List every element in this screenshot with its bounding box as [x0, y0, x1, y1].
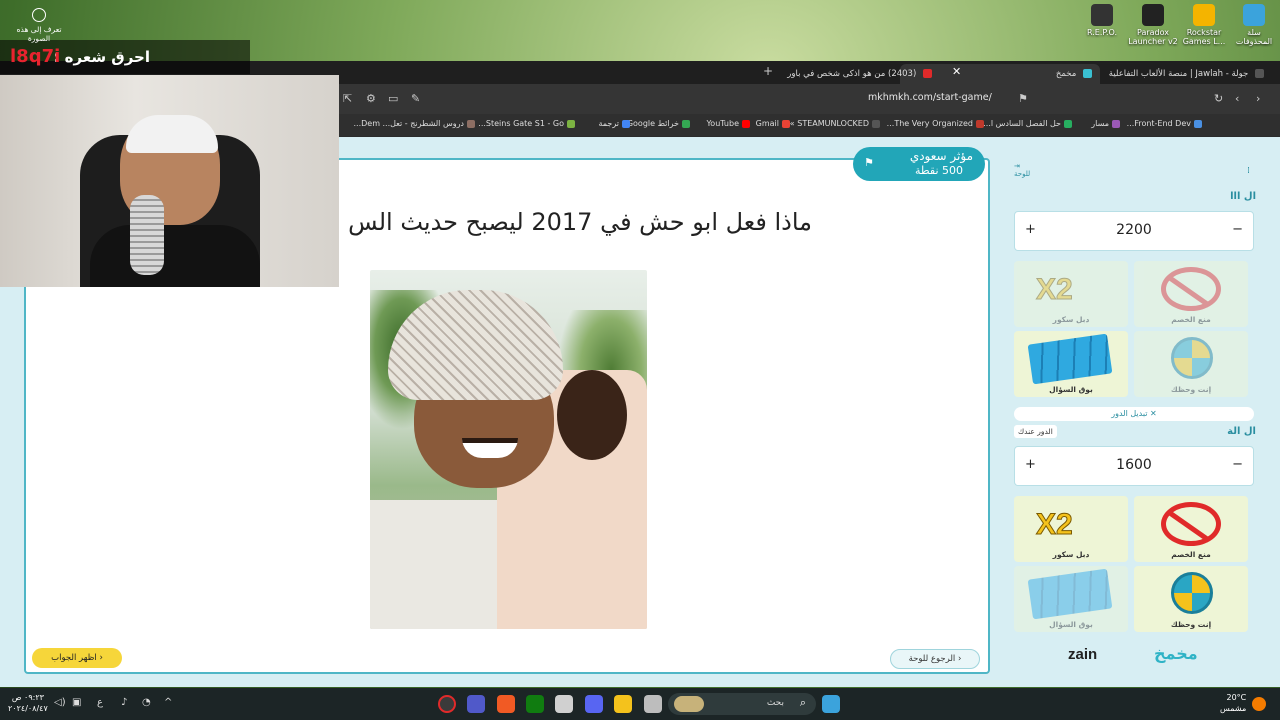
team1-tools: X2 دبل سكور منع الخصم بوق السؤال إنت وحظك: [1014, 261, 1254, 401]
tab-jawlah[interactable]: جولة - Jawlah | منصة الألعاب التفاعلية: [1102, 64, 1272, 84]
bookmark-item[interactable]: Front-End Dev...: [1127, 119, 1202, 128]
report-flag-icon[interactable]: ⚑: [864, 156, 874, 169]
bookmark-item[interactable]: مسار: [1091, 119, 1120, 128]
weather-widget[interactable]: 20°C مشمس: [1220, 692, 1246, 714]
bookmark-item[interactable]: حل الفصل السادس ا...: [983, 119, 1072, 128]
team1-block-opponent[interactable]: منع الخصم: [1134, 261, 1248, 327]
rockstar-icon: [1193, 4, 1215, 26]
team2-decrease-button[interactable]: −: [1232, 457, 1243, 472]
brave-icon[interactable]: [497, 695, 515, 713]
desktop-icon-rockstar[interactable]: Rockstar Games L...: [1178, 4, 1230, 46]
youtube-favicon: [923, 69, 932, 78]
team1-question-horn[interactable]: بوق السؤال: [1014, 331, 1128, 397]
xbox-icon[interactable]: [526, 695, 544, 713]
stream-overlay-text: احرق شعره :: [53, 48, 150, 66]
mic-tray-icon[interactable]: ♪: [121, 697, 127, 708]
bookmark-item[interactable]: STEAMUNLOCKED »...: [782, 119, 880, 128]
search-icon: ⌕: [799, 696, 806, 709]
bookmark-item[interactable]: Steins Gate S1 - Go...: [478, 119, 575, 128]
close-tab-icon[interactable]: ✕: [952, 65, 961, 78]
tray-chevron-icon[interactable]: ^: [164, 697, 172, 708]
obs-icon[interactable]: [438, 695, 456, 713]
zain-logo: zain: [1068, 646, 1098, 663]
share-icon[interactable]: ⇱: [343, 92, 352, 105]
bookmark-item[interactable]: ترجمة: [599, 119, 630, 128]
teams-icon[interactable]: [467, 695, 485, 713]
mkhmkh-favicon: [1083, 69, 1092, 78]
screen-icon[interactable]: ▭: [388, 92, 398, 105]
question-points: 500 نقطة: [914, 164, 963, 177]
repo-icon: [1091, 4, 1113, 26]
notification-icon[interactable]: ▣: [72, 697, 81, 708]
volume-icon[interactable]: ◁): [54, 697, 66, 708]
back-icon[interactable]: ›: [1256, 92, 1260, 105]
language-indicator[interactable]: ع: [97, 697, 103, 708]
team1-score: 2200: [1116, 222, 1152, 238]
team2-name: ال الة: [1227, 426, 1256, 437]
desktop-icon-recycle-bin[interactable]: سلة المحذوفات: [1228, 4, 1280, 46]
window-icon[interactable]: [644, 695, 662, 713]
jawlah-favicon: [1255, 69, 1264, 78]
team2-double-score[interactable]: X2 دبل سكور: [1014, 496, 1128, 562]
webcam-overlay: [0, 75, 339, 287]
bookmark-icon[interactable]: ⚑: [1018, 92, 1028, 105]
question-image: [370, 270, 647, 629]
file-explorer-icon[interactable]: [614, 695, 632, 713]
paradox-icon: [1142, 4, 1164, 26]
category-name: مؤثر سعودي: [909, 149, 973, 163]
taskbar-search[interactable]: بحث ⌕: [668, 693, 816, 715]
bookmark-item[interactable]: The Very Organized...: [887, 119, 984, 128]
microphone: [130, 195, 164, 275]
bookmark-item[interactable]: YouTube: [706, 119, 750, 128]
show-answer-button[interactable]: ‹ اظهر الجواب: [32, 648, 122, 668]
network-icon[interactable]: ◔: [142, 697, 151, 708]
tab-youtube[interactable]: (2403) من هو اذكى شخص في باور: [780, 64, 940, 84]
stream-code: l8q7i: [10, 46, 61, 67]
recycle-bin-icon: [1243, 4, 1265, 26]
url-field[interactable]: mkhmkh.com/start-game/: [868, 92, 992, 103]
sponsor-logos: zain مخمخ: [1068, 644, 1228, 668]
board-link[interactable]: ⇥ للوحة: [1014, 162, 1030, 178]
start-button-icon[interactable]: [822, 695, 840, 713]
bookmark-item[interactable]: خرائط Google: [627, 119, 690, 128]
bookmark-item[interactable]: Gmail: [756, 119, 790, 128]
team2-question-horn[interactable]: بوق السؤال: [1014, 566, 1128, 632]
team1-score-box: + 2200 −: [1014, 211, 1254, 251]
taskbar-clock[interactable]: ٠٩:٢٣ ص ٢٠٢٤/٠٨/٤٧: [8, 692, 48, 714]
identify-icon: [32, 8, 46, 22]
bookmark-item[interactable]: Dem...: [353, 119, 380, 128]
bookmark-item[interactable]: دروس الشطرنج - تعل...: [382, 119, 475, 128]
identify-image-widget[interactable]: تعرف إلى هذه الصورة: [12, 8, 66, 43]
menu-icon[interactable]: ⁞: [1247, 166, 1250, 176]
team2-luck-wheel[interactable]: إنت وحظك: [1134, 566, 1248, 632]
category-points-badge: مؤثر سعودي 500 نقطة ⚑: [853, 147, 985, 181]
team1-name: ال ااا: [1230, 191, 1256, 202]
taskbar: ٠٩:٢٣ ص ٢٠٢٤/٠٨/٤٧ ◁) ▣ ع ♪ ◔ ^ بحث ⌕ 20…: [0, 688, 1280, 720]
team2-score: 1600: [1116, 457, 1152, 473]
brush-icon[interactable]: ✎: [411, 92, 420, 105]
team2-score-box: + 1600 −: [1014, 446, 1254, 486]
weather-sun-icon: [1252, 697, 1266, 711]
discord-icon[interactable]: [585, 695, 603, 713]
mkhmkh-logo: مخمخ: [1154, 644, 1198, 663]
extension-icon[interactable]: ⚙: [366, 92, 376, 105]
team2-block-opponent[interactable]: منع الخصم: [1134, 496, 1248, 562]
switch-turn-button[interactable]: ✕ تبديل الدور: [1014, 407, 1254, 421]
desktop-icon-paradox[interactable]: Paradox Launcher v2: [1127, 4, 1179, 46]
team1-luck-wheel[interactable]: إنت وحظك: [1134, 331, 1248, 397]
store-icon[interactable]: [555, 695, 573, 713]
team2-tools: X2 دبل سكور منع الخصم بوق السؤال إنت وحظك: [1014, 496, 1254, 636]
turn-indicator: الدور عندك: [1014, 425, 1057, 438]
stream-overlay-banner: احرق شعره : l8q7i: [0, 40, 250, 74]
question-text: ماذا فعل ابو حش في 2017 ليصبح حديث الس: [348, 208, 812, 236]
search-highlight-icon: [674, 696, 704, 712]
team1-double-score[interactable]: X2 دبل سكور: [1014, 261, 1128, 327]
team1-decrease-button[interactable]: −: [1232, 222, 1243, 237]
forward-icon[interactable]: ‹: [1235, 92, 1239, 105]
back-to-board-button[interactable]: ‹ الرجوع للوحة: [890, 649, 980, 669]
reload-icon[interactable]: ↻: [1214, 92, 1223, 105]
desktop-icon-repo[interactable]: R.E.P.O.: [1076, 4, 1128, 37]
scoreboard-sidebar: ⇥ للوحة ⁞ ال ااا + 2200 − X2 دبل سكور منع …: [1008, 158, 1260, 673]
new-tab-button[interactable]: +: [763, 64, 773, 78]
